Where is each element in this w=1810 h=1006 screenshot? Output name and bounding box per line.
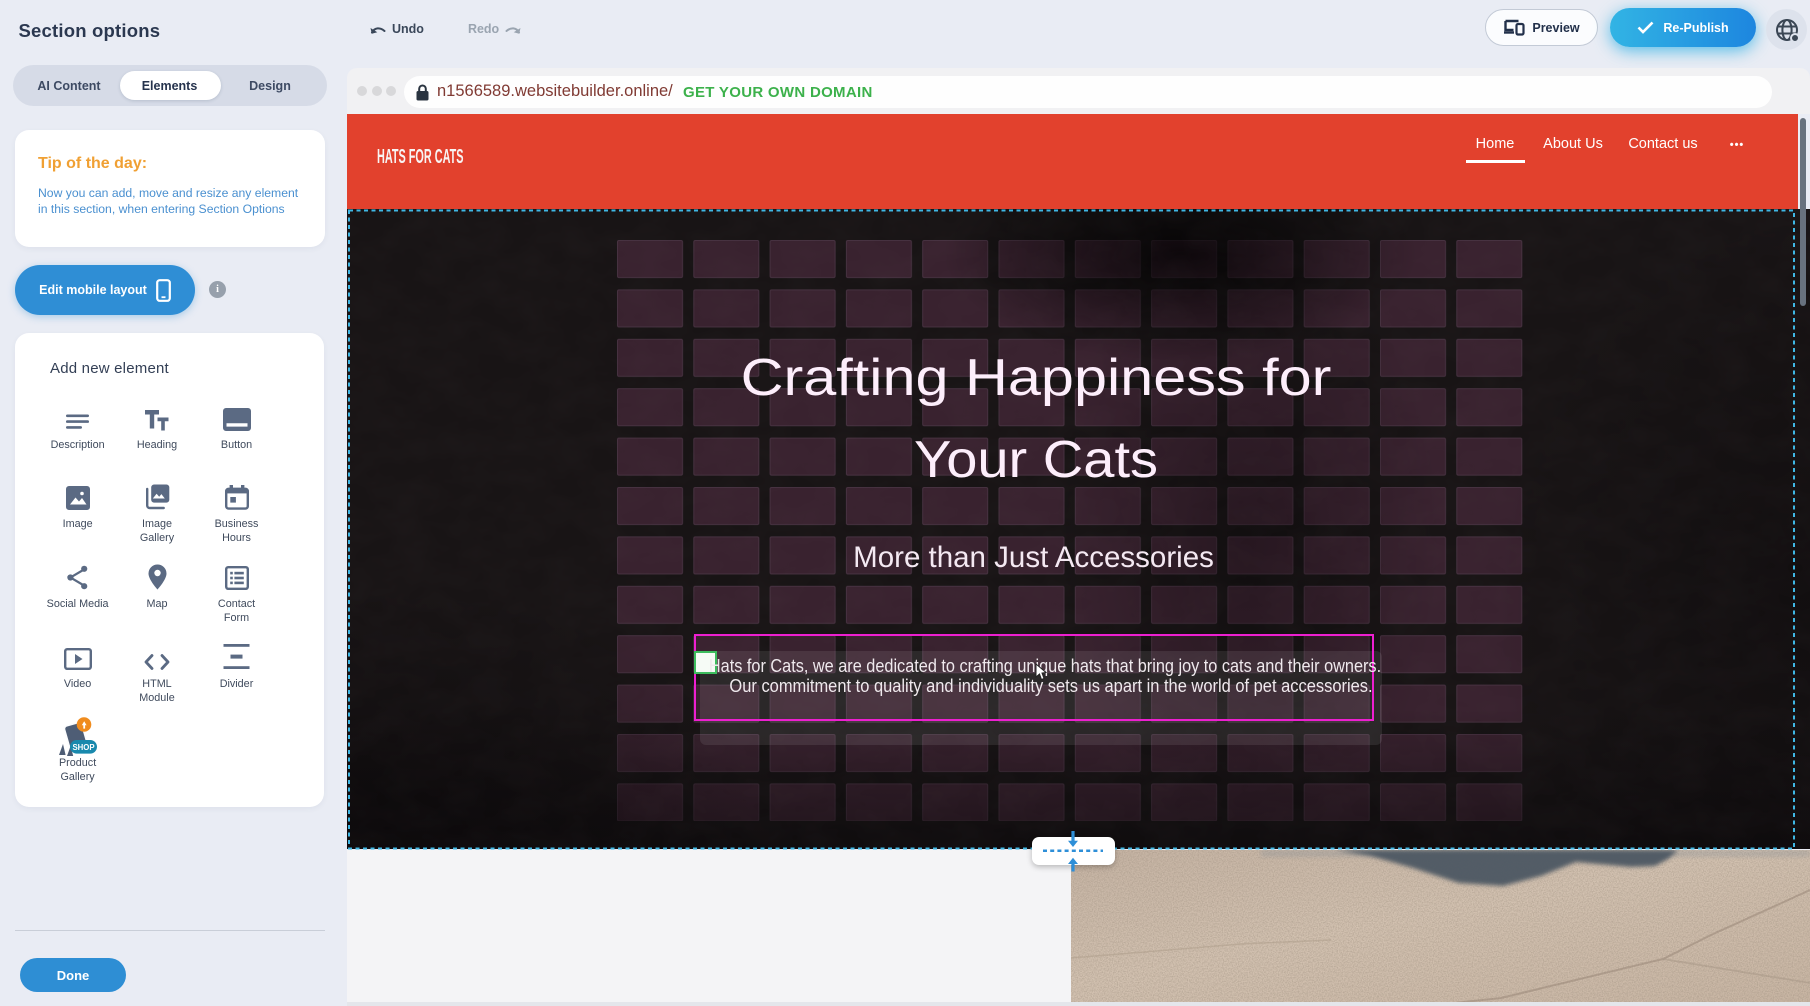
svg-text:SHOP: SHOP (72, 743, 94, 752)
